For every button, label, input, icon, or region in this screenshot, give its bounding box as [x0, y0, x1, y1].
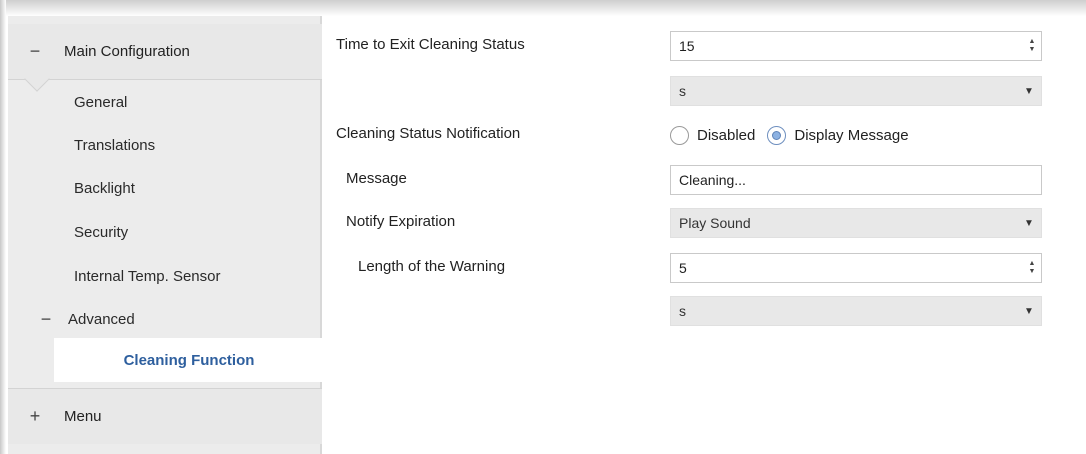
sidebar-item-general[interactable]: General — [56, 82, 322, 122]
message-label: Message — [346, 170, 407, 187]
sidebar-item-internal-temp-sensor[interactable]: Internal Temp. Sensor — [56, 256, 322, 296]
notify-expiration-value: Play Sound — [679, 215, 751, 231]
sidebar: − Main Configuration General Translation… — [8, 16, 324, 454]
radio-label: Disabled — [697, 126, 756, 144]
notify-expiration-label: Notify Expiration — [346, 213, 456, 230]
sidebar-item-label: General — [74, 93, 128, 111]
sidebar-item-label: Translations — [74, 136, 156, 154]
spinner-arrows-icon[interactable]: ▲ ▼ — [1023, 254, 1041, 282]
caret-down-icon: ▼ — [1024, 85, 1034, 97]
warning-length-input[interactable]: 5 ▲ ▼ — [670, 253, 1042, 283]
radio-disabled[interactable]: Disabled — [670, 125, 756, 145]
radio-label: Display Message — [794, 126, 909, 144]
minus-icon[interactable]: − — [20, 41, 50, 62]
section-main-configuration[interactable]: − Main Configuration — [8, 24, 322, 92]
notify-expiration-select[interactable]: Play Sound ▼ — [670, 208, 1042, 238]
sidebar-item-label: Advanced — [68, 310, 135, 328]
sidebar-item-backlight[interactable]: Backlight — [56, 168, 322, 208]
radio-circle-icon[interactable] — [670, 125, 689, 145]
plus-icon[interactable]: + — [20, 406, 50, 427]
radio-checked-icon[interactable] — [767, 125, 787, 145]
radio-display-message[interactable]: Display Message — [767, 125, 909, 145]
time-to-exit-value: 15 — [679, 38, 695, 54]
warning-length-label: Length of the Warning — [358, 258, 506, 275]
sidebar-item-cleaning-function[interactable]: Cleaning Function — [54, 338, 324, 382]
section-label: Menu — [64, 408, 102, 425]
sidebar-item-label: Backlight — [74, 179, 135, 197]
sidebar-item-label: Cleaning Function — [123, 351, 255, 369]
window-top-shadow — [0, 0, 1086, 16]
caret-down-icon: ▼ — [1024, 217, 1034, 229]
warning-length-value: 5 — [679, 260, 687, 276]
expanded-pointer — [24, 66, 50, 92]
sidebar-item-security[interactable]: Security — [56, 212, 322, 252]
window-left-shadow — [0, 0, 6, 454]
warning-length-unit-value: s — [679, 303, 686, 319]
notification-label: Cleaning Status Notification — [336, 125, 521, 142]
sidebar-item-advanced[interactable]: − Advanced — [36, 299, 322, 339]
minus-icon[interactable]: − — [36, 309, 56, 330]
message-value: Cleaning... — [679, 172, 746, 188]
sidebar-item-label: Internal Temp. Sensor — [74, 267, 221, 285]
sidebar-item-translations[interactable]: Translations — [56, 125, 322, 165]
notification-radio-group: Disabled Display Message — [670, 120, 909, 150]
time-to-exit-unit-value: s — [679, 83, 686, 99]
message-input[interactable]: Cleaning... — [670, 165, 1042, 195]
spinner-arrows-icon[interactable]: ▲ ▼ — [1023, 32, 1041, 60]
time-to-exit-input[interactable]: 15 ▲ ▼ — [670, 31, 1042, 61]
time-to-exit-unit-select[interactable]: s ▼ — [670, 76, 1042, 106]
caret-down-icon: ▼ — [1024, 305, 1034, 317]
sidebar-item-label: Security — [74, 223, 129, 241]
section-label: Main Configuration — [64, 43, 190, 60]
warning-length-unit-select[interactable]: s ▼ — [670, 296, 1042, 326]
time-to-exit-label: Time to Exit Cleaning Status — [336, 36, 525, 53]
section-menu[interactable]: + Menu — [8, 388, 322, 444]
